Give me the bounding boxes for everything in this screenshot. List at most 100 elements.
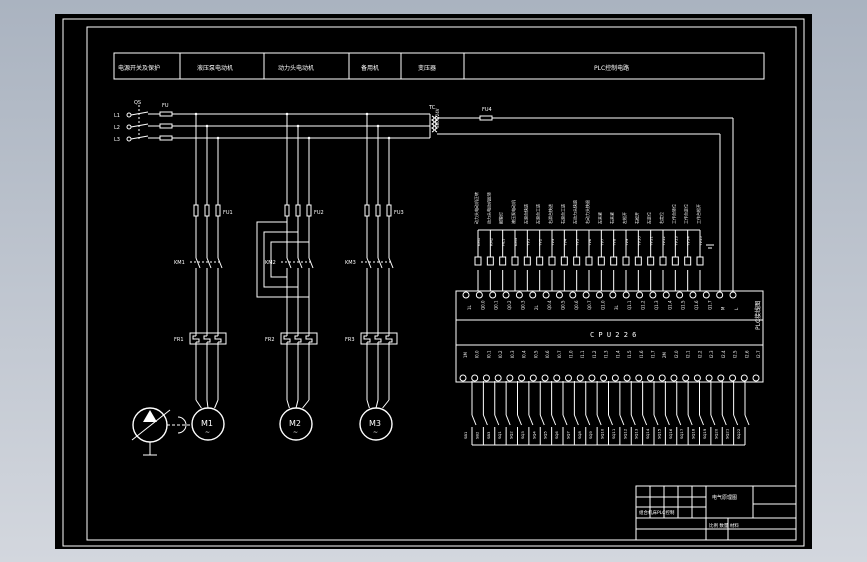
cad-viewport[interactable]: 电源开关及保护 液压泵电动机 动力头电动机 备用机 变压器 PLC控制电路 L1… — [0, 0, 867, 562]
plc-input-terminal: I2.3 — [709, 350, 714, 358]
input-switch-label: SQ18 — [691, 428, 696, 439]
output-note: 动力头电动机反转 — [485, 192, 491, 224]
plc-output-terminal: Q0.1 — [494, 300, 499, 310]
plc-output-terminal: Q1.1 — [627, 300, 632, 310]
input-switch-label: SQ2 — [509, 431, 514, 439]
output-note: 右滑台工进 — [559, 204, 565, 224]
plc-output-terminal: Q0.5 — [560, 300, 565, 310]
motor-ac-sign: ~ — [373, 429, 378, 436]
plc-output-terminal: Q1.4 — [667, 300, 672, 310]
output-load-label: KM3 — [513, 237, 518, 246]
plc-input-terminal: I1.7 — [651, 350, 656, 358]
output-load-label: YV3 — [550, 238, 555, 246]
input-switch-label: SB3 — [486, 431, 491, 439]
km-label-3: KM3 — [345, 260, 356, 266]
title-block-drawing-name: 组合机床PLC控制 — [639, 509, 675, 516]
supply-label-l1: L1 — [114, 113, 120, 119]
plc-title: PLC接线图 — [754, 301, 762, 330]
motor-label-m3: M3 — [369, 419, 381, 428]
output-note: 右松开 — [633, 212, 639, 224]
electrical-schematic: 电源开关及保护 液压泵电动机 动力头电动机 备用机 变压器 PLC控制电路 L1… — [55, 14, 812, 549]
plc-input-terminal: I0.0 — [475, 350, 480, 358]
input-switch-label: SQ10 — [600, 428, 605, 439]
input-switch-label: SQ21 — [725, 428, 730, 439]
input-switch-label: SB1 — [463, 431, 468, 439]
input-switch-label: SQ4 — [531, 431, 536, 439]
header-cell-2: 动力头电动机 — [278, 64, 314, 72]
plc-cpu-label: C P U 2 2 6 — [590, 331, 636, 339]
plc-output-terminal: Q1.7 — [707, 300, 712, 310]
supply-label-l2: L2 — [114, 125, 120, 131]
input-switch-label: SQ15 — [656, 428, 661, 439]
plc-input-terminal: I2.4 — [721, 350, 726, 358]
plc-output-terminal: Q1.5 — [681, 300, 686, 310]
output-note: 左滑台工进 — [535, 204, 541, 224]
fuse-label-2: FU2 — [314, 210, 324, 216]
plc-output-terminal: Q0.2 — [507, 300, 512, 310]
fr-label-1: FR1 — [174, 337, 184, 343]
motor-label-m2: M2 — [289, 419, 301, 428]
output-load-label: YV15 — [698, 236, 703, 246]
output-load-label: YV9 — [624, 238, 629, 246]
plc-input-terminal: I0.4 — [522, 350, 527, 358]
plc-input-terminal: I0.3 — [510, 350, 515, 358]
plc-input-terminal: I2.2 — [697, 350, 702, 358]
plc-output-terminal: Q0.6 — [574, 300, 579, 310]
motor-label-m1: M1 — [201, 419, 213, 428]
supply-label-l3: L3 — [114, 137, 120, 143]
fu4-label: FU4 — [482, 107, 492, 113]
fuse-label-1: FU1 — [223, 210, 233, 216]
plc-input-terminal: 1M — [463, 351, 468, 358]
plc-output-terminal: Q0.4 — [547, 300, 552, 310]
output-load-label: YV11 — [649, 236, 654, 246]
plc-input-terminal: I0.1 — [486, 350, 491, 358]
output-note: 液压泵电动机 — [510, 200, 516, 224]
output-load-label: YV12 — [661, 236, 666, 246]
output-load-label: YV10 — [636, 236, 641, 246]
input-switch-label: SQ8 — [577, 431, 582, 439]
plc-input-terminal: I1.0 — [568, 350, 573, 358]
motor-ac-sign: ~ — [293, 429, 298, 436]
output-note: 右动力头快退 — [584, 200, 590, 224]
output-load-label: YV14 — [686, 236, 691, 246]
input-switch-label: SQ20 — [713, 428, 718, 439]
plc-input-terminal: I2.1 — [686, 350, 691, 358]
plc-input-terminal: I1.4 — [615, 350, 620, 358]
plc-output-terminal: Q0.3 — [520, 300, 525, 310]
plc-input-terminal: I0.6 — [545, 350, 550, 358]
output-load-label: YV1 — [525, 238, 530, 246]
plc-input-terminal: I0.7 — [557, 350, 562, 358]
output-note: 工作台松开 — [695, 204, 701, 224]
plc-input-terminal: I1.5 — [627, 350, 632, 358]
title-block-meta: 比例 数量 材料 — [709, 522, 739, 529]
output-note: 工作台转位 — [670, 204, 676, 224]
input-switch-label: SQ14 — [645, 428, 650, 439]
output-note: 工作台定位 — [683, 204, 689, 224]
output-note: 左松开 — [621, 212, 627, 224]
plc-input-terminal: 2M — [662, 351, 667, 358]
fuse-label-3: FU3 — [394, 210, 404, 216]
plc-output-terminal: Q1.6 — [694, 300, 699, 310]
input-switch-label: SQ13 — [634, 428, 639, 439]
plc-input-terminal: I1.6 — [639, 350, 644, 358]
input-switch-label: SQ6 — [554, 431, 559, 439]
plc-input-terminal: I1.2 — [592, 350, 597, 358]
output-load-label: YV6 — [587, 238, 592, 246]
fr-label-3: FR3 — [345, 337, 355, 343]
input-switch-label: SQ17 — [679, 428, 684, 439]
header-cell-4: 变压器 — [418, 64, 436, 72]
output-note: 左定位 — [646, 212, 652, 224]
drawing-sheet — [55, 14, 812, 549]
output-note: 报警灯 — [498, 212, 504, 224]
output-load-label: KM2 — [488, 237, 493, 246]
input-switch-label: SB2 — [474, 431, 479, 439]
header-cell-5: PLC控制电路 — [594, 64, 629, 72]
plc-output-terminal: Q1.2 — [641, 300, 646, 310]
plc-output-terminal: 3L — [614, 304, 619, 310]
fu-label: FU — [162, 103, 169, 109]
plc-output-terminal: M — [721, 306, 726, 310]
plc-output-terminal: Q1.3 — [654, 300, 659, 310]
output-note: 动力头电动机正转 — [473, 192, 479, 224]
plc-output-terminal: Q0.0 — [480, 300, 485, 310]
output-load-label: YV4 — [562, 238, 567, 246]
